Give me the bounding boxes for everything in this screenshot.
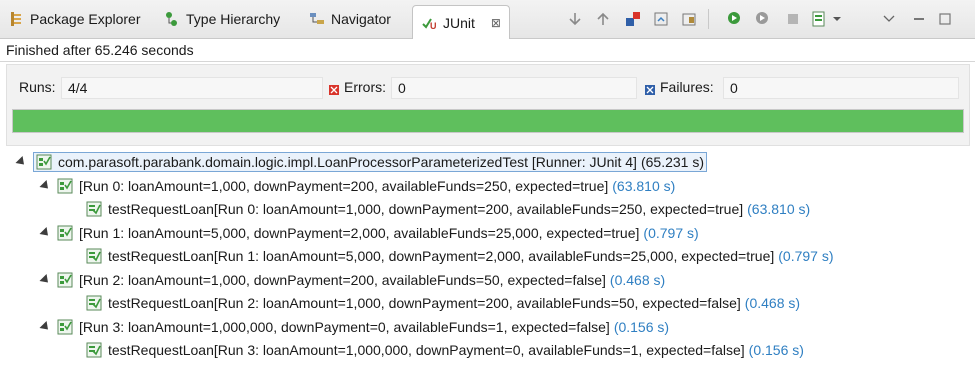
tab-label: JUnit [443, 14, 475, 31]
history-icon[interactable] [810, 10, 828, 28]
test-success-icon [86, 295, 102, 311]
tab-label: Package Explorer [30, 11, 141, 27]
junit-icon: U [421, 15, 437, 31]
failures-value: 0 [723, 77, 959, 99]
errors-label: Errors: [344, 79, 386, 95]
tree-root-row[interactable]: com.parasoft.parabank.domain.logic.impl.… [14, 150, 707, 173]
test-suite-success-icon [57, 225, 73, 241]
run-time: (0.468 s) [609, 271, 666, 288]
scroll-lock-icon[interactable] [652, 10, 670, 28]
test-label: testRequestLoan[Run 3: loanAmount=1,000,… [108, 341, 745, 358]
test-suite-success-icon [36, 154, 52, 170]
test-suite-success-icon [57, 178, 73, 194]
test-success-icon [86, 342, 102, 358]
skipped-icon[interactable] [680, 10, 698, 28]
minimize-icon[interactable] [910, 10, 928, 28]
test-success-icon [86, 248, 102, 264]
tree-test-row[interactable]: testRequestLoan[Run 0: loanAmount=1,000,… [86, 197, 810, 220]
runs-label: Runs: [19, 79, 56, 95]
counter-panel: Runs: 4/4 Errors: 0 Failures: 0 [6, 64, 970, 146]
failures-label: Failures: [660, 79, 714, 95]
tab-label: Navigator [331, 11, 391, 27]
tab-label: Type Hierarchy [186, 11, 281, 27]
test-suite-success-icon [57, 272, 73, 288]
test-time: (63.810 s) [747, 200, 811, 217]
run-time: (63.810 s) [612, 177, 676, 194]
error-icon [329, 82, 339, 96]
expand-twisty-icon[interactable] [39, 320, 52, 333]
run-label: [Run 0: loanAmount=1,000, downPayment=20… [79, 177, 609, 194]
svg-text:U: U [430, 21, 437, 31]
tree-run-row[interactable]: [Run 1: loanAmount=5,000, downPayment=2,… [38, 221, 699, 244]
view-tab-bar: Package Explorer Type Hierarchy Navigato… [0, 0, 975, 39]
run-time: (0.156 s) [613, 318, 670, 335]
tab-junit[interactable]: U JUnit ⊠ [412, 5, 510, 39]
expand-twisty-icon[interactable] [39, 179, 52, 192]
status-message: Finished after 65.246 seconds [0, 38, 975, 62]
run-label: [Run 2: loanAmount=1,000, downPayment=20… [79, 271, 606, 288]
type-hierarchy-icon [164, 11, 180, 27]
expand-twisty-icon[interactable] [39, 273, 52, 286]
test-time: (0.156 s) [748, 341, 804, 358]
tree-test-row[interactable]: testRequestLoan[Run 2: loanAmount=1,000,… [86, 291, 800, 314]
arrow-down-icon[interactable] [566, 10, 584, 28]
status-text: Finished after 65.246 seconds [6, 41, 194, 58]
navigator-icon [309, 11, 325, 27]
runs-value: 4/4 [61, 77, 323, 99]
failure-icon [645, 82, 655, 96]
test-label: testRequestLoan[Run 2: loanAmount=1,000,… [108, 294, 741, 311]
counter-row: Runs: 4/4 Errors: 0 Failures: 0 [19, 77, 959, 99]
run-time: (0.797 s) [643, 224, 699, 241]
rerun-failed-icon[interactable] [754, 10, 772, 28]
test-time: (0.797 s) [778, 247, 834, 264]
stop-icon[interactable] [784, 10, 802, 28]
chevron-down-icon[interactable] [828, 10, 846, 28]
tree-test-row[interactable]: testRequestLoan[Run 1: loanAmount=5,000,… [86, 244, 834, 267]
test-label: testRequestLoan[Run 0: loanAmount=1,000,… [108, 200, 744, 217]
arrow-up-icon[interactable] [594, 10, 612, 28]
test-results-tree: com.parasoft.parabank.domain.logic.impl.… [0, 150, 975, 375]
run-label: [Run 3: loanAmount=1,000,000, downPaymen… [79, 318, 610, 335]
tree-run-row[interactable]: [Run 0: loanAmount=1,000, downPayment=20… [38, 174, 675, 197]
test-progress-bar [12, 109, 964, 133]
toolbar-separator [708, 9, 709, 29]
progress-fill [13, 110, 963, 132]
tree-test-row[interactable]: testRequestLoan[Run 3: loanAmount=1,000,… [86, 338, 804, 361]
close-tab-icon[interactable]: ⊠ [491, 16, 501, 30]
failures-only-icon[interactable] [624, 10, 642, 28]
test-label: testRequestLoan[Run 1: loanAmount=5,000,… [108, 247, 775, 264]
failures-label-group: Failures: [645, 79, 714, 96]
rerun-icon[interactable] [726, 10, 744, 28]
root-node-selection: com.parasoft.parabank.domain.logic.impl.… [33, 151, 707, 172]
maximize-icon[interactable] [936, 10, 954, 28]
run-label: [Run 1: loanAmount=5,000, downPayment=2,… [79, 224, 640, 241]
expand-twisty-icon[interactable] [39, 226, 52, 239]
tab-navigator[interactable]: Navigator [309, 4, 391, 34]
errors-label-group: Errors: [329, 79, 386, 96]
root-suite-time: (65.231 s) [640, 153, 704, 170]
test-time: (0.468 s) [744, 294, 801, 311]
test-success-icon [86, 201, 102, 217]
package-explorer-icon [8, 11, 24, 27]
tab-package-explorer[interactable]: Package Explorer [8, 4, 141, 34]
tree-run-row[interactable]: [Run 3: loanAmount=1,000,000, downPaymen… [38, 315, 669, 338]
expand-twisty-icon[interactable] [15, 155, 28, 168]
root-suite-label: com.parasoft.parabank.domain.logic.impl.… [58, 153, 637, 170]
test-suite-success-icon [57, 319, 73, 335]
tab-type-hierarchy[interactable]: Type Hierarchy [164, 4, 280, 34]
view-menu-icon[interactable] [880, 10, 898, 28]
tree-run-row[interactable]: [Run 2: loanAmount=1,000, downPayment=20… [38, 268, 665, 291]
errors-value: 0 [391, 77, 637, 99]
